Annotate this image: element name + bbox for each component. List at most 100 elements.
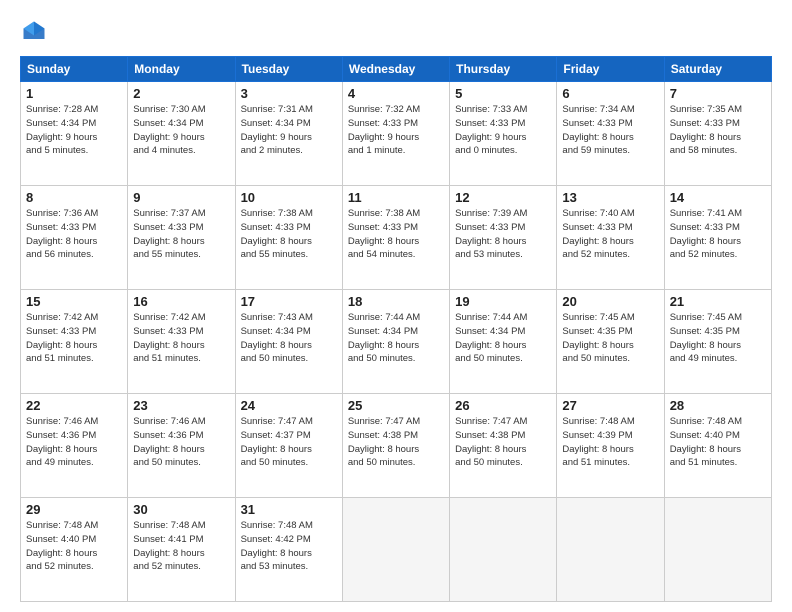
day-number: 14 <box>670 190 766 205</box>
day-number: 26 <box>455 398 551 413</box>
day-info: Sunrise: 7:35 AM Sunset: 4:33 PM Dayligh… <box>670 103 766 158</box>
calendar-day-cell: 24 Sunrise: 7:47 AM Sunset: 4:37 PM Dayli… <box>235 394 342 498</box>
calendar-day-cell: 15Sunrise: 7:42 AM Sunset: 4:33 PM Dayli… <box>21 290 128 394</box>
calendar-day-cell: 2Sunrise: 7:30 AM Sunset: 4:34 PM Daylig… <box>128 82 235 186</box>
calendar-week-row: 8Sunrise: 7:36 AM Sunset: 4:33 PM Daylig… <box>21 186 772 290</box>
logo <box>20 18 52 46</box>
day-number: 18 <box>348 294 444 309</box>
day-info: Sunrise: 7:47 AM Sunset: 4:38 PM Dayligh… <box>348 415 444 470</box>
day-info: Sunrise: 7:41 AM Sunset: 4:33 PM Dayligh… <box>670 207 766 262</box>
calendar-day-cell: 23 Sunrise: 7:46 AM Sunset: 4:36 PM Dayli… <box>128 394 235 498</box>
calendar-day-cell: 6 Sunrise: 7:34 AM Sunset: 4:33 PM Daylig… <box>557 82 664 186</box>
day-number: 12 <box>455 190 551 205</box>
day-number: 30 <box>133 502 229 517</box>
day-info: Sunrise: 7:38 AM Sunset: 4:33 PM Dayligh… <box>348 207 444 262</box>
calendar-day-cell <box>342 498 449 602</box>
day-number: 27 <box>562 398 658 413</box>
day-info: Sunrise: 7:46 AM Sunset: 4:36 PM Dayligh… <box>26 415 122 470</box>
calendar-day-cell: 25 Sunrise: 7:47 AM Sunset: 4:38 PM Dayli… <box>342 394 449 498</box>
day-info: Sunrise: 7:45 AM Sunset: 4:35 PM Dayligh… <box>562 311 658 366</box>
calendar-body: 1 Sunrise: 7:28 AM Sunset: 4:34 PM Daylig… <box>21 82 772 602</box>
day-info: Sunrise: 7:48 AM Sunset: 4:41 PM Dayligh… <box>133 519 229 574</box>
day-info: Sunrise: 7:34 AM Sunset: 4:33 PM Dayligh… <box>562 103 658 158</box>
day-of-week-header: Friday <box>557 57 664 82</box>
day-number: 5 <box>455 86 551 101</box>
calendar-week-row: 1 Sunrise: 7:28 AM Sunset: 4:34 PM Daylig… <box>21 82 772 186</box>
day-info: Sunrise: 7:40 AM Sunset: 4:33 PM Dayligh… <box>562 207 658 262</box>
calendar-day-cell: 31 Sunrise: 7:48 AM Sunset: 4:42 PM Dayli… <box>235 498 342 602</box>
day-of-week-header: Wednesday <box>342 57 449 82</box>
day-of-week-header: Tuesday <box>235 57 342 82</box>
calendar-day-cell: 19 Sunrise: 7:44 AM Sunset: 4:34 PM Dayli… <box>450 290 557 394</box>
calendar-day-cell: 13 Sunrise: 7:40 AM Sunset: 4:33 PM Dayli… <box>557 186 664 290</box>
day-number: 16 <box>133 294 229 309</box>
day-info: Sunrise: 7:44 AM Sunset: 4:34 PM Dayligh… <box>348 311 444 366</box>
day-number: 1 <box>26 86 122 101</box>
day-info: Sunrise: 7:28 AM Sunset: 4:34 PM Dayligh… <box>26 103 122 158</box>
day-info: Sunrise: 7:47 AM Sunset: 4:37 PM Dayligh… <box>241 415 337 470</box>
calendar-day-cell <box>450 498 557 602</box>
day-info: Sunrise: 7:44 AM Sunset: 4:34 PM Dayligh… <box>455 311 551 366</box>
calendar-day-cell: 22 Sunrise: 7:46 AM Sunset: 4:36 PM Dayli… <box>21 394 128 498</box>
day-number: 21 <box>670 294 766 309</box>
calendar-day-cell: 27 Sunrise: 7:48 AM Sunset: 4:39 PM Dayli… <box>557 394 664 498</box>
day-number: 25 <box>348 398 444 413</box>
day-info: Sunrise: 7:47 AM Sunset: 4:38 PM Dayligh… <box>455 415 551 470</box>
calendar-day-cell <box>557 498 664 602</box>
calendar-week-row: 15Sunrise: 7:42 AM Sunset: 4:33 PM Dayli… <box>21 290 772 394</box>
page: SundayMondayTuesdayWednesdayThursdayFrid… <box>0 0 792 612</box>
logo-icon <box>20 18 48 46</box>
day-number: 8 <box>26 190 122 205</box>
day-number: 3 <box>241 86 337 101</box>
day-number: 23 <box>133 398 229 413</box>
day-number: 24 <box>241 398 337 413</box>
calendar-header: SundayMondayTuesdayWednesdayThursdayFrid… <box>21 57 772 82</box>
calendar-day-cell: 10Sunrise: 7:38 AM Sunset: 4:33 PM Dayli… <box>235 186 342 290</box>
day-info: Sunrise: 7:32 AM Sunset: 4:33 PM Dayligh… <box>348 103 444 158</box>
day-info: Sunrise: 7:38 AM Sunset: 4:33 PM Dayligh… <box>241 207 337 262</box>
day-number: 4 <box>348 86 444 101</box>
calendar-day-cell: 18 Sunrise: 7:44 AM Sunset: 4:34 PM Dayli… <box>342 290 449 394</box>
day-of-week-header: Sunday <box>21 57 128 82</box>
day-number: 31 <box>241 502 337 517</box>
calendar-table: SundayMondayTuesdayWednesdayThursdayFrid… <box>20 56 772 602</box>
day-number: 13 <box>562 190 658 205</box>
calendar-day-cell: 20 Sunrise: 7:45 AM Sunset: 4:35 PM Dayli… <box>557 290 664 394</box>
day-info: Sunrise: 7:42 AM Sunset: 4:33 PM Dayligh… <box>26 311 122 366</box>
day-number: 6 <box>562 86 658 101</box>
day-info: Sunrise: 7:48 AM Sunset: 4:40 PM Dayligh… <box>26 519 122 574</box>
day-info: Sunrise: 7:43 AM Sunset: 4:34 PM Dayligh… <box>241 311 337 366</box>
day-info: Sunrise: 7:31 AM Sunset: 4:34 PM Dayligh… <box>241 103 337 158</box>
day-info: Sunrise: 7:37 AM Sunset: 4:33 PM Dayligh… <box>133 207 229 262</box>
calendar-day-cell: 28Sunrise: 7:48 AM Sunset: 4:40 PM Dayli… <box>664 394 771 498</box>
day-info: Sunrise: 7:46 AM Sunset: 4:36 PM Dayligh… <box>133 415 229 470</box>
calendar-day-cell: 30 Sunrise: 7:48 AM Sunset: 4:41 PM Dayli… <box>128 498 235 602</box>
day-info: Sunrise: 7:42 AM Sunset: 4:33 PM Dayligh… <box>133 311 229 366</box>
day-number: 20 <box>562 294 658 309</box>
day-number: 19 <box>455 294 551 309</box>
calendar-day-cell: 5 Sunrise: 7:33 AM Sunset: 4:33 PM Daylig… <box>450 82 557 186</box>
calendar-day-cell: 12Sunrise: 7:39 AM Sunset: 4:33 PM Dayli… <box>450 186 557 290</box>
calendar-day-cell: 17 Sunrise: 7:43 AM Sunset: 4:34 PM Dayli… <box>235 290 342 394</box>
calendar-day-cell <box>664 498 771 602</box>
day-of-week-header: Saturday <box>664 57 771 82</box>
calendar-day-cell: 26 Sunrise: 7:47 AM Sunset: 4:38 PM Dayli… <box>450 394 557 498</box>
calendar-week-row: 22 Sunrise: 7:46 AM Sunset: 4:36 PM Dayli… <box>21 394 772 498</box>
calendar-day-cell: 8Sunrise: 7:36 AM Sunset: 4:33 PM Daylig… <box>21 186 128 290</box>
day-number: 28 <box>670 398 766 413</box>
calendar-day-cell: 1 Sunrise: 7:28 AM Sunset: 4:34 PM Daylig… <box>21 82 128 186</box>
day-number: 11 <box>348 190 444 205</box>
day-info: Sunrise: 7:48 AM Sunset: 4:39 PM Dayligh… <box>562 415 658 470</box>
calendar-day-cell: 3 Sunrise: 7:31 AM Sunset: 4:34 PM Daylig… <box>235 82 342 186</box>
calendar-day-cell: 29Sunrise: 7:48 AM Sunset: 4:40 PM Dayli… <box>21 498 128 602</box>
calendar-day-cell: 4 Sunrise: 7:32 AM Sunset: 4:33 PM Daylig… <box>342 82 449 186</box>
calendar-week-row: 29Sunrise: 7:48 AM Sunset: 4:40 PM Dayli… <box>21 498 772 602</box>
day-number: 22 <box>26 398 122 413</box>
day-of-week-header: Thursday <box>450 57 557 82</box>
header <box>20 18 772 46</box>
day-info: Sunrise: 7:48 AM Sunset: 4:42 PM Dayligh… <box>241 519 337 574</box>
calendar-day-cell: 11 Sunrise: 7:38 AM Sunset: 4:33 PM Dayli… <box>342 186 449 290</box>
day-info: Sunrise: 7:33 AM Sunset: 4:33 PM Dayligh… <box>455 103 551 158</box>
day-info: Sunrise: 7:45 AM Sunset: 4:35 PM Dayligh… <box>670 311 766 366</box>
day-number: 17 <box>241 294 337 309</box>
